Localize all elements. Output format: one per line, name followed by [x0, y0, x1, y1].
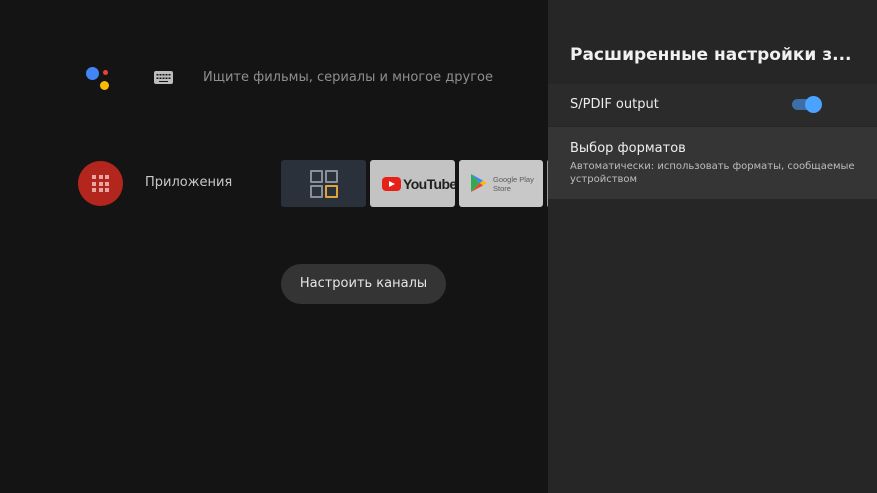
assistant-dot-red: [103, 70, 108, 75]
toggle-thumb: [805, 96, 822, 113]
google-play-store-tile[interactable]: Google Play Store: [459, 160, 543, 207]
formats-title: Выбор форматов: [570, 141, 686, 156]
settings-item-formats[interactable]: Выбор форматов Автоматически: использова…: [548, 127, 877, 199]
panel-title: Расширенные настройки з...: [570, 45, 852, 65]
assistant-dot-blue: [86, 67, 99, 80]
settings-panel: Расширенные настройки з... S/PDIF output…: [548, 0, 877, 493]
spdif-toggle[interactable]: [792, 96, 822, 113]
tv-screen: Ищите фильмы, сериалы и многое другое Пр…: [0, 0, 877, 493]
assistant-dot-yellow: [100, 81, 109, 90]
apps-tile[interactable]: [281, 160, 366, 207]
customize-channels-button[interactable]: Настроить каналы: [281, 264, 446, 304]
apps-label: Приложения: [145, 175, 233, 190]
youtube-tile[interactable]: YouTube: [370, 160, 455, 207]
google-play-text: Google Play Store: [493, 175, 534, 193]
google-play-icon: [471, 174, 487, 192]
formats-description: Автоматически: использовать форматы, соо…: [570, 161, 855, 185]
google-assistant-icon[interactable]: [84, 64, 116, 94]
youtube-logo-text: YouTube: [403, 176, 455, 192]
youtube-logo: YouTube: [382, 176, 455, 192]
settings-item-spdif[interactable]: S/PDIF output: [548, 84, 877, 126]
keyboard-icon[interactable]: [154, 71, 173, 84]
spdif-label: S/PDIF output: [570, 97, 659, 112]
apps-grid-icon: [92, 175, 109, 192]
apps-button[interactable]: [78, 161, 123, 206]
youtube-play-icon: [382, 177, 401, 191]
search-input[interactable]: Ищите фильмы, сериалы и многое другое: [203, 69, 533, 87]
grid-squares-icon: [310, 170, 338, 198]
